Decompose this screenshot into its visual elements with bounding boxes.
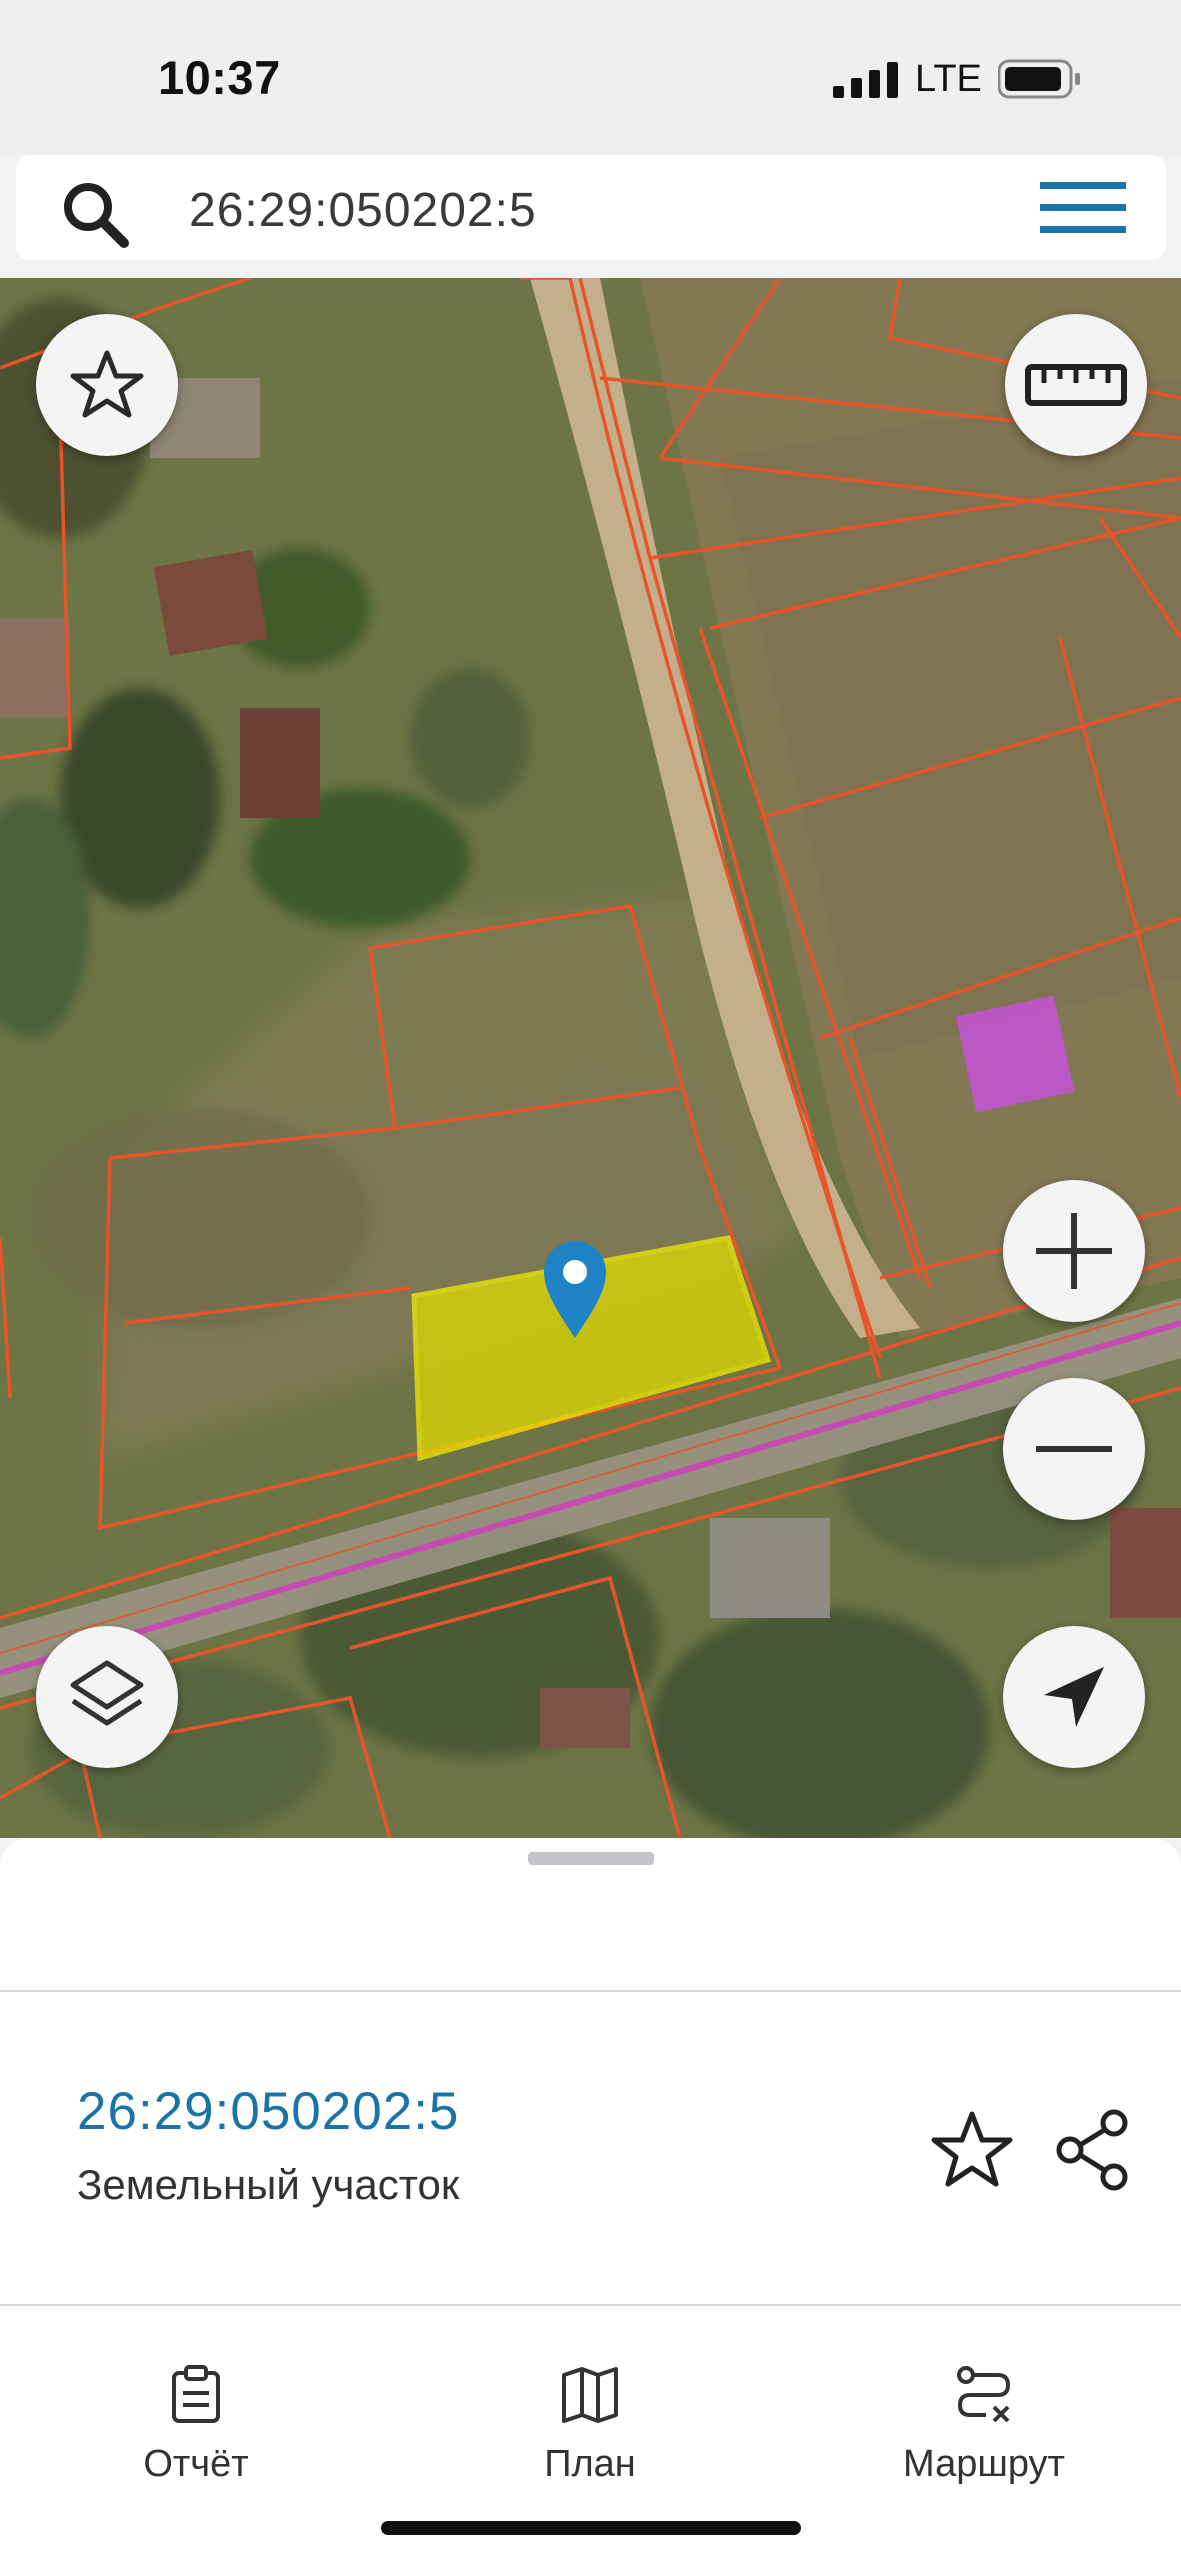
divider	[0, 2304, 1181, 2306]
nav-report-label: Отчёт	[143, 2443, 249, 2485]
battery-icon	[998, 59, 1080, 99]
star-icon[interactable]	[930, 2108, 1014, 2192]
satellite-map[interactable]	[0, 278, 1181, 1838]
share-icon[interactable]	[1050, 2108, 1134, 2192]
parcel-type-label: Земельный участок	[77, 2161, 460, 2208]
nav-route[interactable]: Маршрут	[834, 2313, 1134, 2513]
ruler-icon	[1025, 364, 1127, 406]
star-icon	[70, 350, 144, 418]
status-time: 10:37	[158, 51, 281, 104]
status-bar: 10:37 LTE	[0, 0, 1181, 155]
search-bar[interactable]: 26:29:050202:5	[16, 155, 1166, 260]
ruler-button[interactable]	[1005, 314, 1147, 456]
search-input[interactable]: 26:29:050202:5	[189, 183, 537, 238]
nav-plan[interactable]: План	[440, 2313, 740, 2513]
layers-icon	[70, 1660, 144, 1726]
nav-plan-label: План	[544, 2443, 636, 2485]
map-view[interactable]	[0, 278, 1181, 1838]
home-indicator[interactable]	[381, 2521, 801, 2535]
network-type: LTE	[915, 58, 982, 100]
nav-route-label: Маршрут	[903, 2443, 1065, 2485]
favorite-button[interactable]	[36, 314, 178, 456]
report-clipboard-icon	[172, 2365, 220, 2423]
route-icon	[957, 2366, 1011, 2423]
layers-button[interactable]	[36, 1626, 178, 1768]
zoom-in-button[interactable]	[1003, 1180, 1145, 1322]
search-icon[interactable]	[58, 177, 132, 251]
cellular-signal-icon	[833, 62, 898, 98]
parcel-id-link[interactable]: 26:29:050202:5	[77, 2081, 459, 2142]
zoom-out-icon	[1036, 1446, 1112, 1452]
nav-report[interactable]: Отчёт	[46, 2313, 346, 2513]
locate-arrow-icon	[1044, 1667, 1104, 1727]
divider	[0, 1990, 1181, 1992]
hamburger-menu-icon[interactable]	[1034, 178, 1138, 238]
map-plan-icon	[562, 2367, 618, 2423]
locate-button[interactable]	[1003, 1626, 1145, 1768]
info-sheet[interactable]: 26:29:050202:5 Земельный участок Отчёт П…	[0, 1838, 1181, 2560]
zoom-in-icon	[1036, 1213, 1112, 1289]
zoom-out-button[interactable]	[1003, 1378, 1145, 1520]
sheet-drag-handle[interactable]	[528, 1852, 654, 1865]
